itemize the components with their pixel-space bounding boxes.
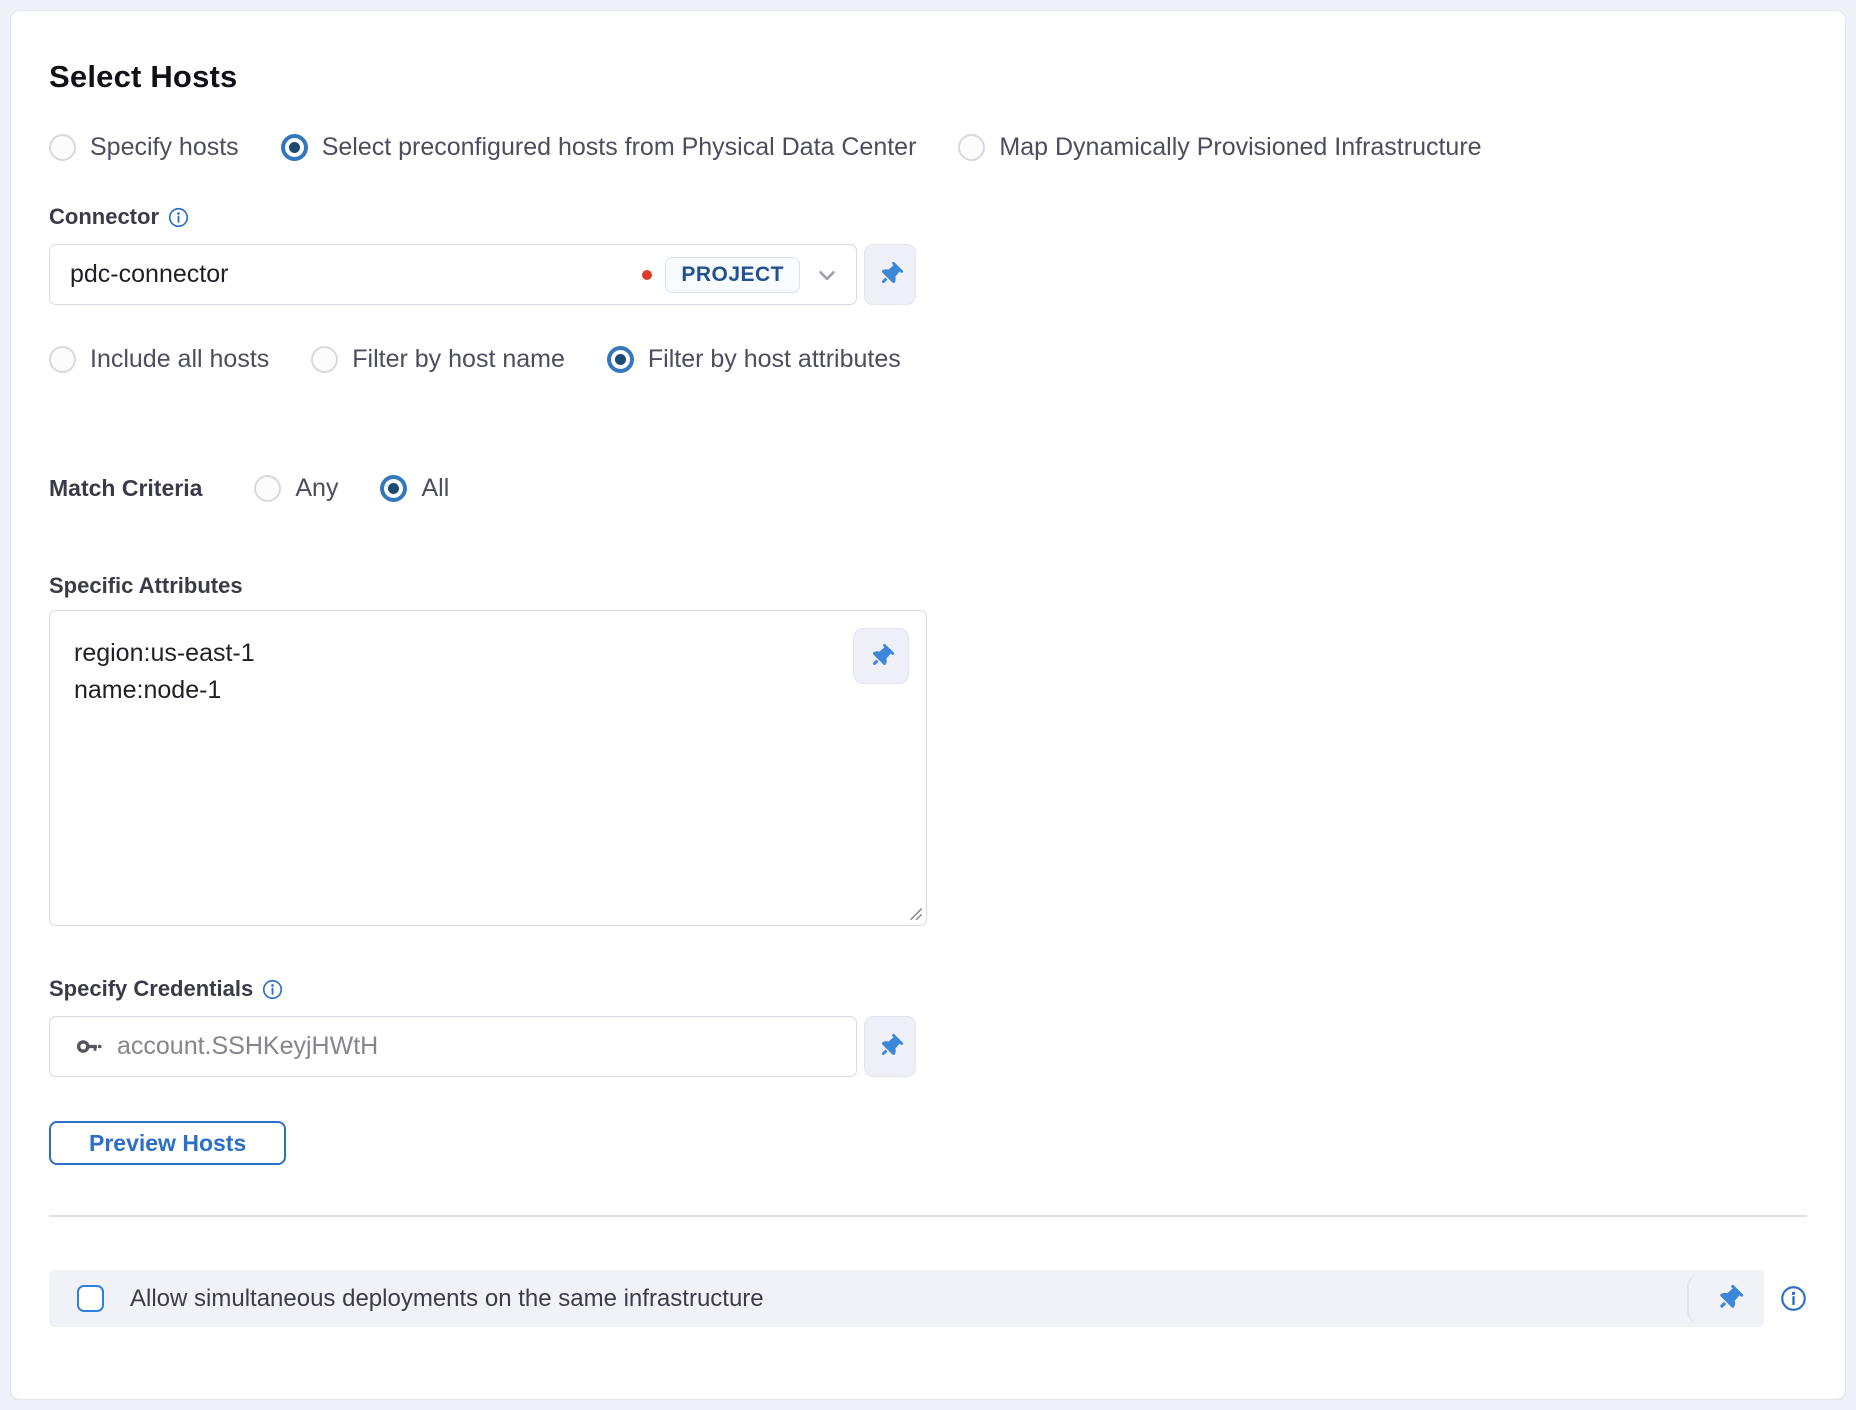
radio-circle-selected-icon[interactable]: [281, 134, 308, 161]
scope-badge: PROJECT: [665, 257, 800, 293]
footer-row: Allow simultaneous deployments on the sa…: [49, 1270, 1807, 1327]
credentials-select[interactable]: account.SSHKeyjHWtH: [49, 1016, 857, 1077]
radio-circle-selected-icon[interactable]: [380, 475, 407, 502]
ssh-key-icon: [76, 1033, 103, 1060]
radio-circle-icon[interactable]: [49, 346, 76, 373]
specific-attributes-label-row: Specific Attributes: [49, 573, 1807, 599]
preview-hosts-button[interactable]: Preview Hosts: [49, 1121, 286, 1165]
credentials-label-row: Specify Credentials: [49, 976, 1807, 1002]
radio-filter-host-name-label: Filter by host name: [352, 345, 565, 374]
specific-attributes-label: Specific Attributes: [49, 573, 243, 599]
radio-filter-host-attributes-label: Filter by host attributes: [648, 345, 901, 374]
radio-match-any[interactable]: Any: [254, 474, 338, 503]
radio-include-all-hosts[interactable]: Include all hosts: [49, 345, 269, 374]
credentials-value: account.SSHKeyjHWtH: [117, 1032, 378, 1061]
radio-match-any-label: Any: [295, 474, 338, 503]
connector-input-row: pdc-connector PROJECT: [49, 244, 1807, 305]
radio-match-all[interactable]: All: [380, 474, 449, 503]
pin-icon: [874, 1030, 907, 1063]
connector-value: pdc-connector: [70, 260, 642, 289]
radio-dynamic-infrastructure[interactable]: Map Dynamically Provisioned Infrastructu…: [958, 133, 1481, 162]
pin-icon[interactable]: [1712, 1281, 1747, 1316]
simultaneous-deployments-label: Allow simultaneous deployments on the sa…: [130, 1285, 764, 1313]
radio-circle-icon[interactable]: [958, 134, 985, 161]
simultaneous-deployments-bar: Allow simultaneous deployments on the sa…: [49, 1270, 1764, 1327]
chevron-down-icon[interactable]: [814, 262, 840, 288]
connector-pin-button[interactable]: [864, 244, 916, 305]
specific-attributes-field: region:us-east-1 name:node-1: [49, 610, 927, 926]
attributes-pin-button[interactable]: [853, 628, 909, 684]
radio-specify-hosts[interactable]: Specify hosts: [49, 133, 239, 162]
pin-icon: [865, 640, 898, 673]
radio-match-all-label: All: [421, 474, 449, 503]
radio-circle-selected-icon[interactable]: [607, 346, 634, 373]
radio-circle-icon[interactable]: [254, 475, 281, 502]
credentials-label: Specify Credentials: [49, 976, 253, 1002]
radio-dynamic-infrastructure-label: Map Dynamically Provisioned Infrastructu…: [999, 133, 1481, 162]
specific-attributes-textarea[interactable]: region:us-east-1 name:node-1: [49, 610, 927, 926]
required-dot-icon: [642, 270, 652, 280]
info-icon[interactable]: [168, 207, 189, 228]
radio-preconfigured-hosts-label: Select preconfigured hosts from Physical…: [322, 133, 917, 162]
radio-filter-host-name[interactable]: Filter by host name: [311, 345, 565, 374]
page-title: Select Hosts: [49, 59, 1807, 95]
select-hosts-panel: Select Hosts Specify hosts Select precon…: [10, 10, 1846, 1400]
radio-include-all-hosts-label: Include all hosts: [90, 345, 269, 374]
simultaneous-deployments-checkbox[interactable]: [77, 1285, 104, 1312]
info-icon[interactable]: [262, 979, 283, 1000]
info-icon[interactable]: [1780, 1285, 1807, 1312]
credentials-pin-button[interactable]: [864, 1016, 916, 1077]
section-divider: [49, 1215, 1807, 1217]
host-filter-radio-group: Include all hosts Filter by host name Fi…: [49, 345, 1807, 374]
match-criteria-row: Match Criteria Any All: [49, 474, 1807, 503]
radio-preconfigured-hosts[interactable]: Select preconfigured hosts from Physical…: [281, 133, 917, 162]
credentials-input-row: account.SSHKeyjHWtH: [49, 1016, 1807, 1077]
radio-circle-icon[interactable]: [49, 134, 76, 161]
connector-input[interactable]: pdc-connector PROJECT: [49, 244, 857, 305]
resize-grip-icon[interactable]: [907, 905, 923, 921]
radio-filter-host-attributes[interactable]: Filter by host attributes: [607, 345, 901, 374]
bar-divider: [1687, 1275, 1703, 1323]
connector-label-row: Connector: [49, 204, 1807, 230]
match-criteria-label: Match Criteria: [49, 475, 202, 502]
host-type-radio-group: Specify hosts Select preconfigured hosts…: [49, 133, 1807, 162]
pin-icon: [874, 258, 907, 291]
radio-specify-hosts-label: Specify hosts: [90, 133, 239, 162]
radio-circle-icon[interactable]: [311, 346, 338, 373]
connector-label: Connector: [49, 204, 159, 230]
